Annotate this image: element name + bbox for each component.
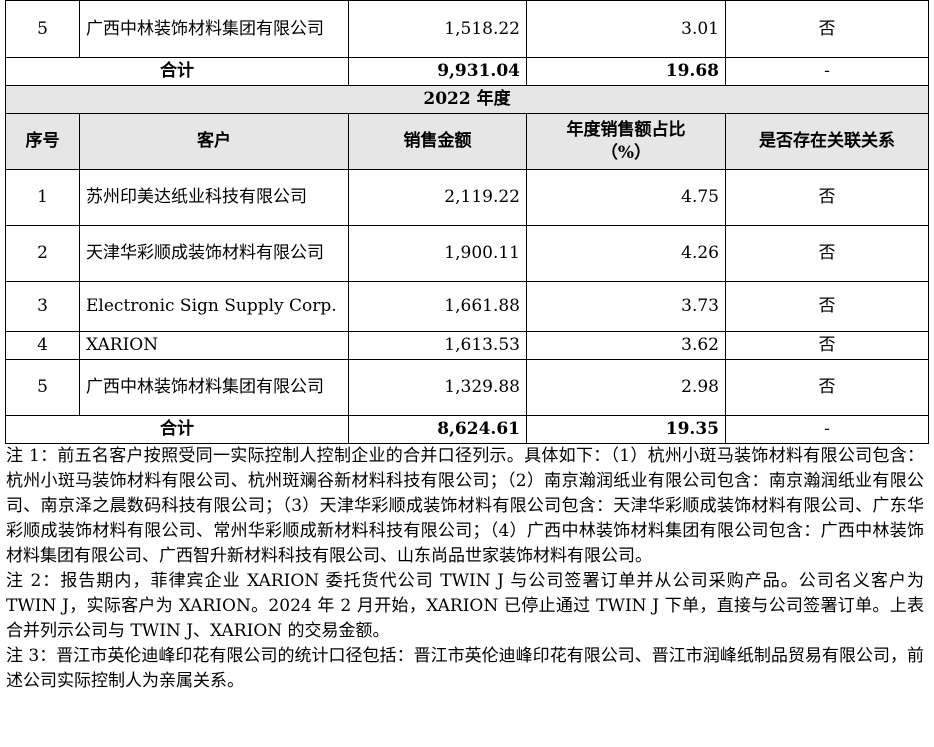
- customer-name: Electronic Sign Supply Corp.: [79, 281, 349, 332]
- sales-percent: 3.73: [526, 281, 726, 332]
- note-2: 注 2：报告期内，菲律宾企业 XARION 委托货代公司 TWIN J 与公司签…: [6, 571, 924, 641]
- header-no: 序号: [5, 113, 80, 170]
- customer-name: 广西中林装饰材料集团有限公司: [79, 0, 349, 58]
- sales-percent: 4.26: [526, 225, 726, 282]
- customer-sales-table: 5 广西中林装饰材料集团有限公司 1,518.22 3.01 否 合计 9,93…: [5, 0, 929, 444]
- related-party: 否: [725, 359, 929, 416]
- row-number: 3: [5, 281, 80, 332]
- related-party: 否: [725, 0, 929, 58]
- related-party: 否: [725, 169, 929, 226]
- total-label: 合计: [5, 415, 349, 444]
- note-3: 注 3：晋江市英伦迪峰印花有限公司的统计口径包括：晋江市英伦迪峰印花有限公司、晋…: [6, 646, 924, 691]
- row-number: 2: [5, 225, 80, 282]
- sales-amount: 1,518.22: [348, 0, 527, 58]
- table-row: 4 XARION 1,613.53 3.62 否: [5, 331, 929, 360]
- header-amount: 销售金额: [348, 113, 527, 170]
- notes-section: 注 1：前五名客户按照受同一实际控制人控制企业的合并口径列示。具体如下：（1）杭…: [6, 444, 924, 694]
- related-party: 否: [725, 331, 929, 360]
- sales-percent: 2.98: [526, 359, 726, 416]
- row-number: 5: [5, 359, 80, 416]
- total-related: -: [725, 415, 929, 444]
- sales-percent: 4.75: [526, 169, 726, 226]
- total-label: 合计: [5, 57, 349, 86]
- header-percent: 年度销售额占比（%）: [526, 113, 726, 170]
- header-customer: 客户: [79, 113, 349, 170]
- table-row: 1 苏州印美达纸业科技有限公司 2,119.22 4.75 否: [5, 169, 929, 226]
- customer-name: 苏州印美达纸业科技有限公司: [79, 169, 349, 226]
- total-amount: 9,931.04: [348, 57, 527, 86]
- sales-amount: 1,329.88: [348, 359, 527, 416]
- row-number: 4: [5, 331, 80, 360]
- sales-amount: 2,119.22: [348, 169, 527, 226]
- total-row: 合计 8,624.61 19.35 -: [5, 415, 929, 444]
- sales-amount: 1,900.11: [348, 225, 527, 282]
- section-title-row: 2022 年度: [5, 85, 929, 114]
- related-party: 否: [725, 281, 929, 332]
- note-1: 注 1：前五名客户按照受同一实际控制人控制企业的合并口径列示。具体如下：（1）杭…: [6, 446, 924, 566]
- customer-name: 广西中林装饰材料集团有限公司: [79, 359, 349, 416]
- row-number: 1: [5, 169, 80, 226]
- header-row: 序号 客户 销售金额 年度销售额占比（%） 是否存在关联关系: [5, 113, 929, 170]
- table-row: 2 天津华彩顺成装饰材料有限公司 1,900.11 4.26 否: [5, 225, 929, 282]
- total-percent: 19.35: [526, 415, 726, 444]
- total-row: 合计 9,931.04 19.68 -: [5, 57, 929, 86]
- sales-percent: 3.01: [526, 0, 726, 58]
- sales-percent: 3.62: [526, 331, 726, 360]
- sales-amount: 1,613.53: [348, 331, 527, 360]
- total-percent: 19.68: [526, 57, 726, 86]
- total-amount: 8,624.61: [348, 415, 527, 444]
- customer-name: 天津华彩顺成装饰材料有限公司: [79, 225, 349, 282]
- table-row: 5 广西中林装饰材料集团有限公司 1,329.88 2.98 否: [5, 359, 929, 416]
- sales-amount: 1,661.88: [348, 281, 527, 332]
- related-party: 否: [725, 225, 929, 282]
- table-row: 3 Electronic Sign Supply Corp. 1,661.88 …: [5, 281, 929, 332]
- header-related: 是否存在关联关系: [725, 113, 929, 170]
- row-number: 5: [5, 0, 80, 58]
- total-related: -: [725, 57, 929, 86]
- section-title: 2022 年度: [5, 85, 929, 114]
- table-row: 5 广西中林装饰材料集团有限公司 1,518.22 3.01 否: [5, 0, 929, 58]
- customer-name: XARION: [79, 331, 349, 360]
